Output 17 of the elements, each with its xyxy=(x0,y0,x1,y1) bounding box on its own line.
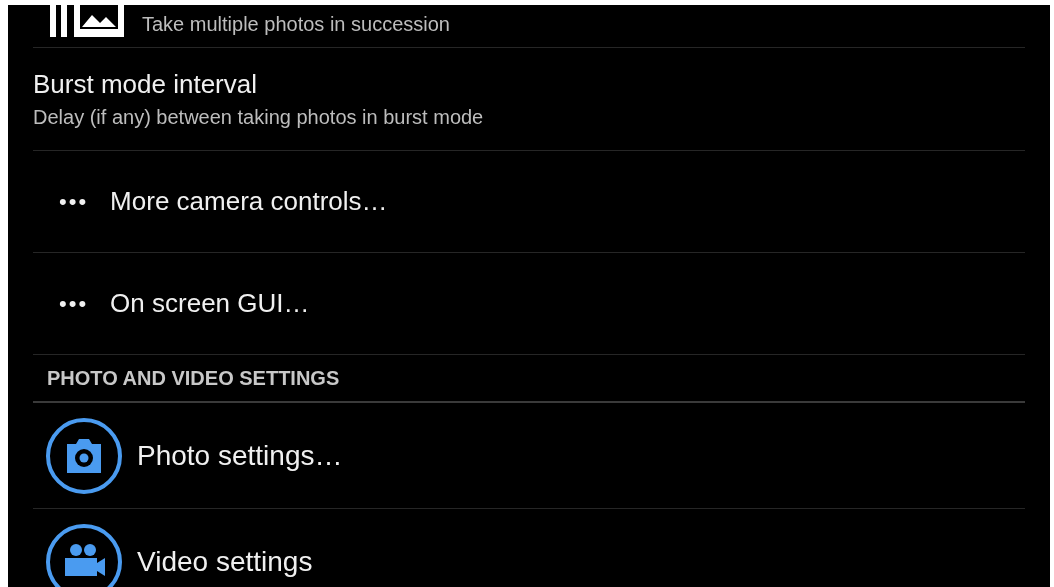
dots-icon: ••• xyxy=(59,185,89,218)
dots-icon: ••• xyxy=(59,287,89,320)
video-camera-icon xyxy=(45,522,123,587)
menu-item[interactable]: Video settings xyxy=(33,509,1025,587)
burst-photo-icon xyxy=(50,5,124,37)
menu-item[interactable]: ••• On screen GUI… xyxy=(33,253,1025,355)
setting-subtitle: Delay (if any) between taking photos in burst mode xyxy=(33,104,484,130)
camera-icon xyxy=(45,416,123,495)
menu-label: On screen GUI… xyxy=(110,287,310,320)
menu-label: Photo settings… xyxy=(137,438,343,473)
menu-item[interactable]: Photo settings… xyxy=(33,403,1025,509)
menu-item[interactable]: ••• More camera controls… xyxy=(33,151,1025,253)
menu-label: Video settings xyxy=(137,544,313,579)
section-header: PHOTO AND VIDEO SETTINGS xyxy=(47,366,340,391)
setting-title: Burst mode interval xyxy=(33,68,258,101)
menu-label: More camera controls… xyxy=(110,185,388,218)
setting-subtitle: Take multiple photos in succession xyxy=(142,12,450,37)
